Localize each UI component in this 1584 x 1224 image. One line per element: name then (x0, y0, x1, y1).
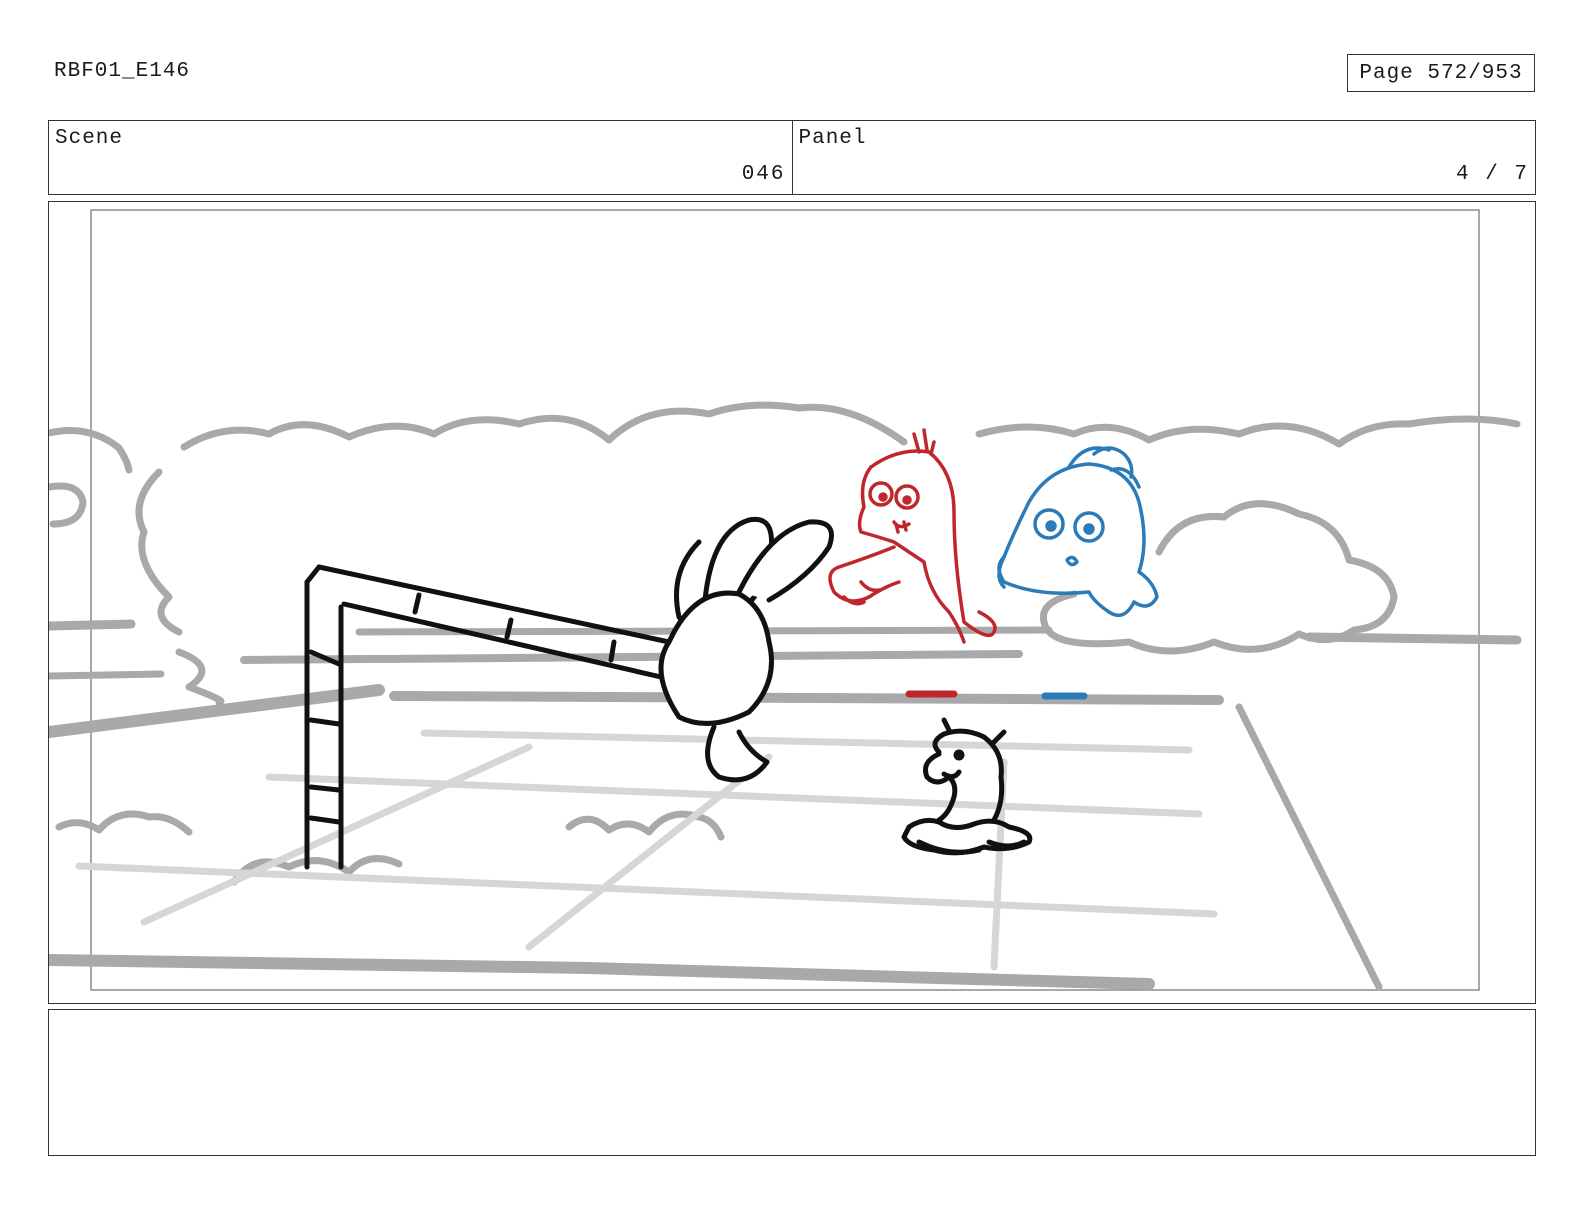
background-bushes (49, 401, 1521, 886)
scene-cell: Scene 046 (49, 121, 792, 194)
scene-panel-header: Scene 046 Panel 4 / 7 (48, 120, 1536, 195)
panel-cell: Panel 4 / 7 (791, 121, 1536, 194)
panel-number: 4 / 7 (1455, 163, 1529, 186)
panel-notes-box (48, 1009, 1536, 1156)
scene-label: Scene (55, 127, 124, 150)
storyboard-panel (48, 201, 1536, 1004)
storyboard-drawing (49, 209, 1522, 991)
scene-number: 046 (741, 163, 786, 186)
background-lines (49, 619, 1522, 991)
floor-grid (75, 729, 1218, 971)
page-number: Page 572/953 (1347, 54, 1535, 92)
small-creature (901, 717, 1033, 856)
document-id: RBF01_E146 (54, 60, 191, 83)
panel-label: Panel (798, 127, 867, 150)
blue-character (997, 446, 1159, 618)
red-character (828, 428, 997, 644)
